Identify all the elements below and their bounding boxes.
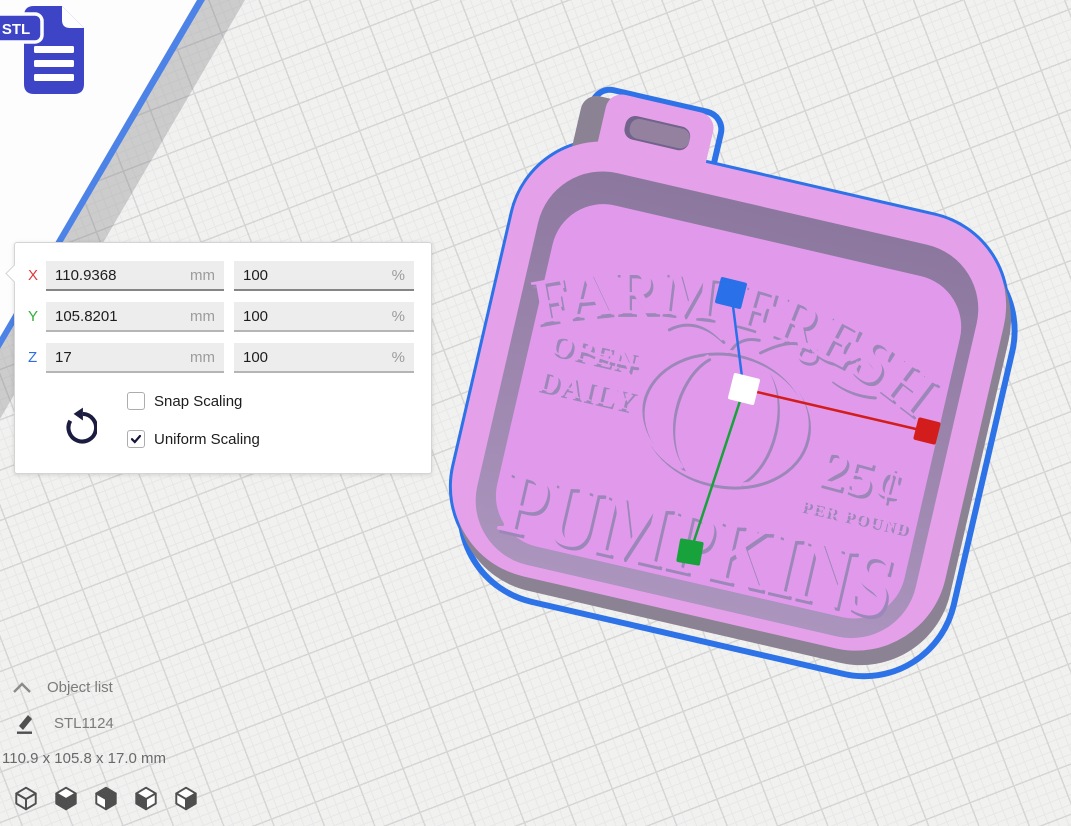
y-percent-unit: %: [392, 308, 405, 325]
pencil-icon: [14, 712, 36, 735]
view-3d-button[interactable]: [12, 785, 40, 813]
y-mm-input[interactable]: 105.8201 mm: [46, 302, 224, 332]
cura-viewport: FARM FRESH OPEN DAILY 25¢ PER POUND PUMP…: [0, 0, 1071, 826]
y-scale-handle[interactable]: [676, 538, 704, 566]
view-right-button[interactable]: [172, 785, 200, 813]
x-axis-label: X: [28, 261, 46, 291]
check-icon: [130, 433, 142, 445]
stl-badge-label: STL: [2, 21, 30, 38]
object-list-header: Object list: [47, 679, 113, 696]
y-mm-unit: mm: [190, 308, 215, 325]
x-mm-unit: mm: [190, 267, 215, 284]
scale-row-x: X 110.9368 mm 100 %: [15, 261, 431, 291]
uniform-scaling-row: Uniform Scaling: [127, 429, 260, 449]
z-mm-input[interactable]: 17 mm: [46, 343, 224, 373]
view-front-button[interactable]: [52, 785, 80, 813]
uniform-scaling-label: Uniform Scaling: [154, 431, 260, 448]
y-percent-value: 100: [243, 308, 268, 325]
cube-3d-icon: [12, 785, 40, 812]
snap-scaling-checkbox[interactable]: [127, 392, 145, 410]
cube-front-icon: [52, 785, 80, 812]
x-mm-value: 110.9368: [55, 267, 116, 284]
snap-scaling-row: Snap Scaling: [127, 391, 242, 411]
stl-file-icon: STL: [0, 0, 100, 109]
reset-scale-button[interactable]: [61, 407, 97, 449]
z-mm-value: 17: [55, 349, 72, 366]
z-percent-value: 100: [243, 349, 268, 366]
document-fold: [62, 6, 84, 28]
camera-view-toolbar: [12, 785, 212, 813]
object-list-item[interactable]: STL1124: [14, 712, 114, 735]
view-left-button[interactable]: [132, 785, 160, 813]
view-top-button[interactable]: [92, 785, 120, 813]
object-list-toggle[interactable]: Object list: [12, 679, 113, 696]
object-item-name: STL1124: [54, 715, 114, 732]
z-mm-unit: mm: [190, 349, 215, 366]
x-percent-value: 100: [243, 267, 268, 284]
cube-top-icon: [92, 785, 120, 812]
object-dimensions: 110.9 x 105.8 x 17.0 mm: [2, 750, 166, 767]
z-percent-input[interactable]: 100 %: [234, 343, 414, 373]
scale-row-y: Y 105.8201 mm 100 %: [15, 302, 431, 332]
uniform-scaling-checkbox[interactable]: [127, 430, 145, 448]
snap-scaling-label: Snap Scaling: [154, 393, 242, 410]
z-axis-label: Z: [28, 343, 46, 373]
x-mm-input[interactable]: 110.9368 mm: [46, 261, 224, 291]
chevron-up-icon: [12, 681, 32, 694]
scale-tool-panel: X 110.9368 mm 100 % Y 105.8201 mm 100 % …: [14, 242, 432, 474]
y-percent-input[interactable]: 100 %: [234, 302, 414, 332]
y-axis-label: Y: [28, 302, 46, 332]
cube-left-icon: [132, 785, 160, 812]
x-percent-input[interactable]: 100 %: [234, 261, 414, 291]
z-percent-unit: %: [392, 349, 405, 366]
cube-right-icon: [172, 785, 200, 812]
y-mm-value: 105.8201: [55, 308, 118, 325]
x-percent-unit: %: [392, 267, 405, 284]
scale-row-z: Z 17 mm 100 %: [15, 343, 431, 373]
